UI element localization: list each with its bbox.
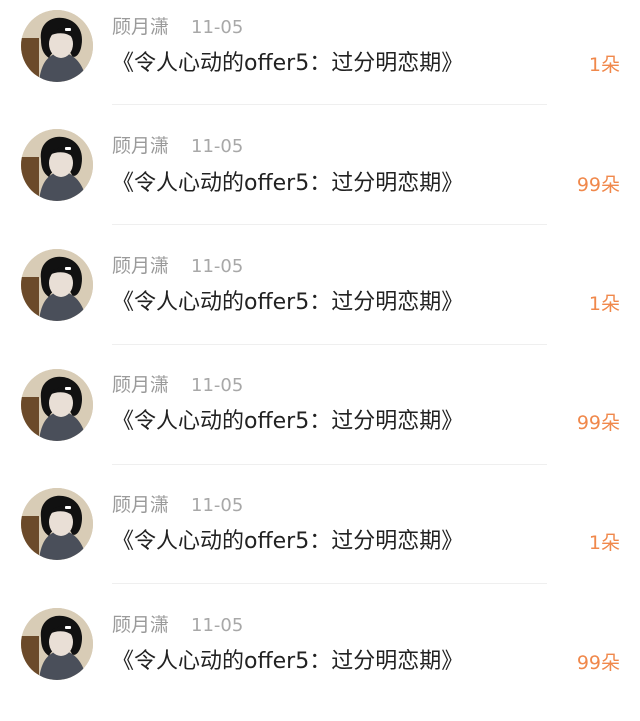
flower-count: 99朵	[576, 412, 620, 434]
send-date: 11-05	[191, 17, 244, 38]
sender-name: 顾月潇	[112, 494, 170, 516]
sender-name: 顾月潇	[112, 374, 170, 396]
list-item[interactable]: 顾月潇 11-05 《令人心动的offer5：过分明恋期》 99朵	[0, 359, 640, 477]
avatar-portrait-icon	[21, 488, 93, 560]
send-date: 11-05	[191, 495, 244, 516]
avatar-portrait-icon	[21, 10, 93, 82]
send-date: 11-05	[191, 375, 244, 396]
divider	[112, 464, 547, 465]
flower-count: 1朵	[588, 532, 620, 554]
divider	[112, 344, 547, 345]
list-item[interactable]: 顾月潇 11-05 《令人心动的offer5：过分明恋期》 1朵	[0, 0, 640, 118]
item-title: 《令人心动的offer5：过分明恋期》	[112, 51, 464, 76]
sender-name: 顾月潇	[112, 614, 170, 636]
flower-count: 1朵	[588, 293, 620, 315]
item-title: 《令人心动的offer5：过分明恋期》	[112, 409, 464, 434]
sender-name: 顾月潇	[112, 135, 170, 157]
avatar[interactable]	[21, 249, 93, 321]
avatar-portrait-icon	[21, 369, 93, 441]
item-title: 《令人心动的offer5：过分明恋期》	[112, 529, 464, 554]
item-title: 《令人心动的offer5：过分明恋期》	[112, 649, 464, 674]
item-title: 《令人心动的offer5：过分明恋期》	[112, 171, 464, 196]
divider	[112, 224, 547, 225]
send-date: 11-05	[191, 136, 244, 157]
avatar[interactable]	[21, 129, 93, 201]
avatar[interactable]	[21, 608, 93, 680]
divider	[112, 583, 547, 584]
avatar[interactable]	[21, 488, 93, 560]
item-title: 《令人心动的offer5：过分明恋期》	[112, 290, 464, 315]
list-item[interactable]: 顾月潇 11-05 《令人心动的offer5：过分明恋期》 99朵	[0, 599, 640, 717]
sender-name: 顾月潇	[112, 255, 170, 277]
gift-record-list: 顾月潇 11-05 《令人心动的offer5：过分明恋期》 1朵 顾月潇 11-…	[0, 0, 640, 721]
flower-count: 99朵	[576, 652, 620, 674]
avatar-portrait-icon	[21, 608, 93, 680]
avatar[interactable]	[21, 369, 93, 441]
list-item[interactable]: 顾月潇 11-05 《令人心动的offer5：过分明恋期》 1朵	[0, 240, 640, 358]
sender-name: 顾月潇	[112, 16, 170, 38]
avatar[interactable]	[21, 10, 93, 82]
flower-count: 1朵	[588, 54, 620, 76]
flower-count: 99朵	[576, 174, 620, 196]
send-date: 11-05	[191, 615, 244, 636]
list-item[interactable]: 顾月潇 11-05 《令人心动的offer5：过分明恋期》 1朵	[0, 479, 640, 597]
avatar-portrait-icon	[21, 249, 93, 321]
send-date: 11-05	[191, 256, 244, 277]
avatar-portrait-icon	[21, 129, 93, 201]
divider	[112, 104, 547, 105]
list-item[interactable]: 顾月潇 11-05 《令人心动的offer5：过分明恋期》 99朵	[0, 120, 640, 238]
